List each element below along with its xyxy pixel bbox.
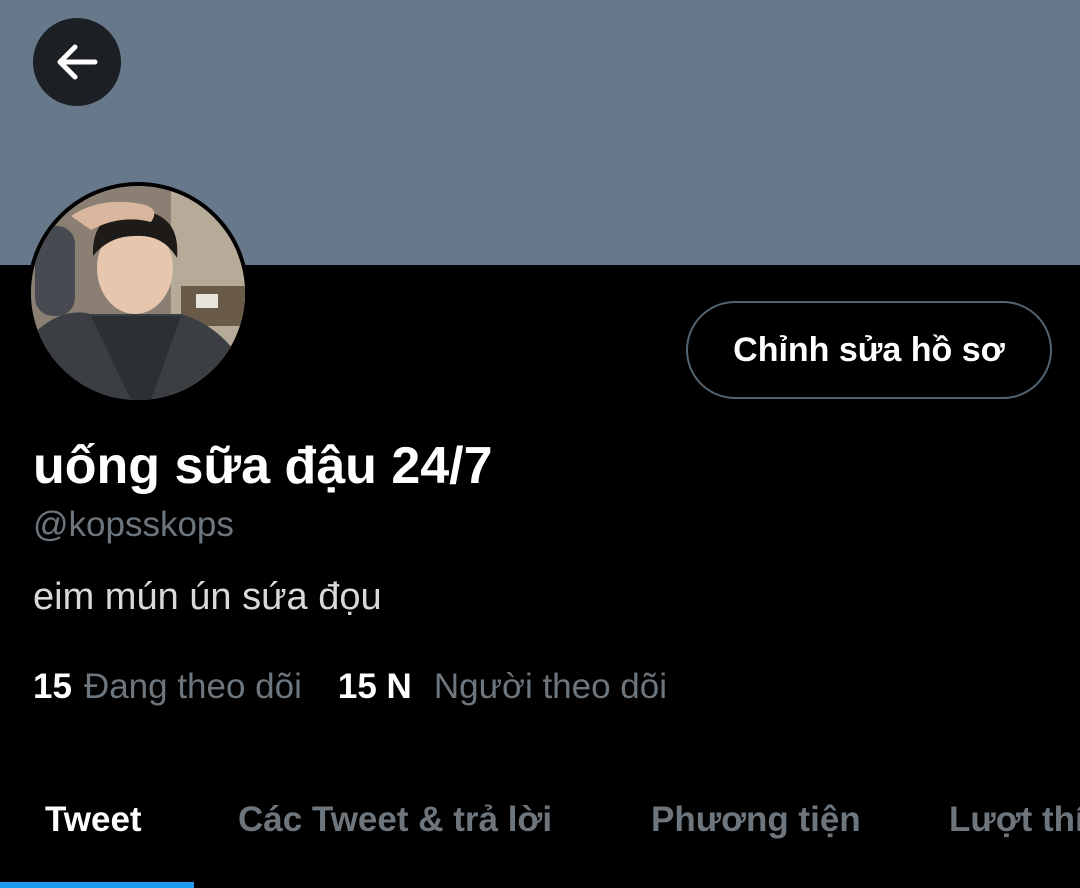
profile-screen: Chỉnh sửa hồ sơ uống sữa đậu 24/7 @kopss… — [0, 0, 1080, 888]
active-tab-indicator — [0, 882, 194, 888]
arrow-left-icon — [57, 44, 98, 80]
following-label: Đang theo dõi — [83, 667, 302, 706]
edit-profile-button[interactable]: Chỉnh sửa hồ sơ — [686, 301, 1052, 399]
back-button[interactable] — [33, 18, 121, 106]
user-handle: @kopsskops — [33, 505, 234, 544]
tab-tweets-and-replies[interactable]: Các Tweet & trả lời — [238, 800, 552, 840]
follow-stats: 15 Đang theo dõi 15 N Người theo dõi — [33, 667, 667, 707]
followers-link[interactable]: 15 N Người theo dõi — [338, 667, 667, 707]
following-link[interactable]: 15 Đang theo dõi — [33, 667, 302, 707]
tab-media[interactable]: Phương tiện — [651, 800, 861, 840]
avatar-photo — [31, 186, 245, 400]
display-name: uống sữa đậu 24/7 — [33, 437, 493, 495]
followers-count: 15 N — [337, 667, 412, 706]
tab-tweets[interactable]: Tweet — [45, 800, 142, 840]
followers-label: Người theo dõi — [433, 667, 668, 706]
profile-bio: eim mún ún sứa đọu — [33, 576, 382, 618]
avatar[interactable] — [27, 182, 249, 404]
following-count: 15 — [33, 667, 72, 706]
profile-tabs: Tweet Các Tweet & trả lời Phương tiện Lư… — [0, 770, 1080, 888]
tab-likes[interactable]: Lượt thích — [949, 800, 1080, 840]
